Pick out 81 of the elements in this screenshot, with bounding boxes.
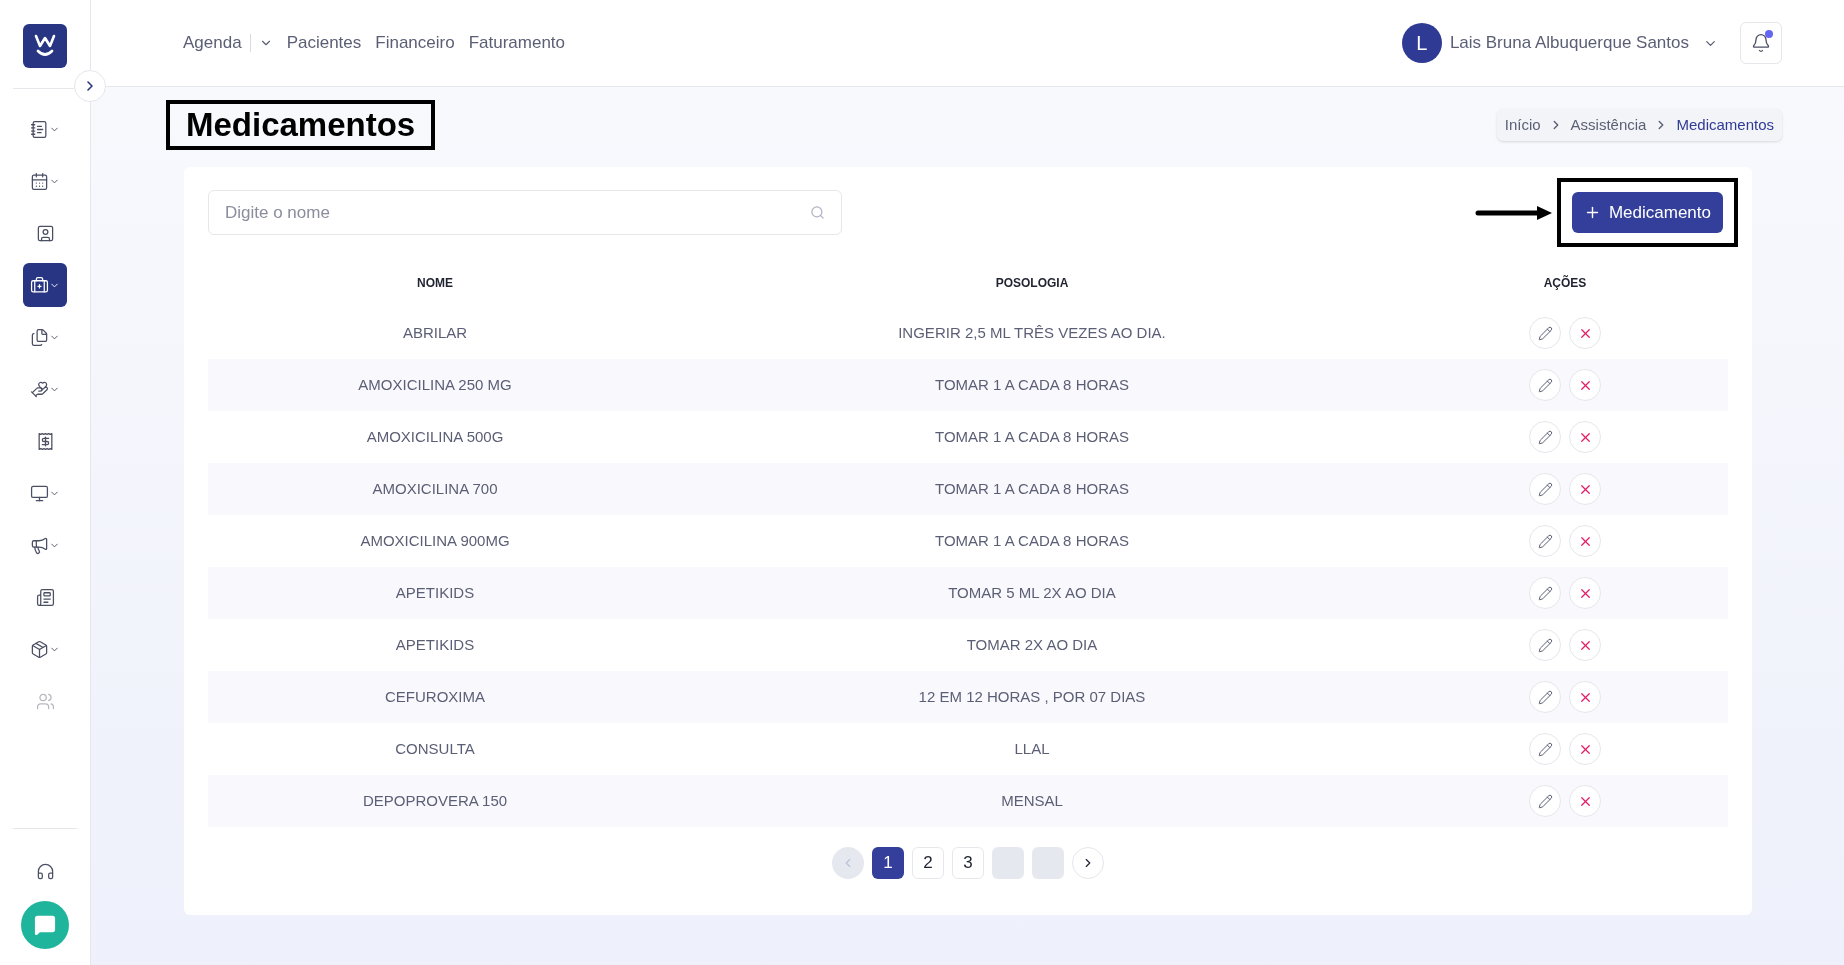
next-page-button[interactable] — [1072, 847, 1104, 879]
edit-button[interactable] — [1529, 473, 1561, 505]
search-icon — [810, 205, 825, 220]
name-cell: DEPOPROVERA 150 — [362, 792, 508, 809]
pencil-icon — [1537, 377, 1553, 393]
dosage-cell: 12 EM 12 HORAS , POR 07 DIAS — [918, 688, 1146, 705]
delete-button[interactable] — [1569, 577, 1601, 609]
user-menu[interactable]: L Lais Bruna Albuquerque Santos — [1401, 23, 1718, 63]
edit-button[interactable] — [1529, 369, 1561, 401]
search-field[interactable]: Digite o nome — [208, 190, 842, 235]
pencil-icon — [1537, 637, 1553, 653]
edit-button[interactable] — [1529, 421, 1561, 453]
name-cell: CEFUROXIMA — [385, 688, 485, 705]
add-medication-button[interactable]: Medicamento — [1571, 192, 1723, 233]
page-button[interactable]: 1 — [872, 847, 904, 879]
delete-button[interactable] — [1569, 317, 1601, 349]
column-header: NOME — [417, 276, 453, 290]
name-cell: AMOXICILINA 700 — [372, 480, 498, 497]
breadcrumb-link[interactable]: Medicamentos — [1676, 113, 1774, 137]
name-cell: APETIKIDS — [395, 636, 475, 653]
dosage-cell: TOMAR 1 A CADA 8 HORAS — [935, 480, 1129, 497]
user-name: Lais Bruna Albuquerque Santos — [1449, 32, 1689, 55]
dosage-cell: MENSAL — [1001, 792, 1063, 809]
breadcrumb-link[interactable]: Assistência — [1570, 113, 1647, 137]
dosage-cell: TOMAR 2X AO DIA — [966, 636, 1098, 653]
edit-button[interactable] — [1529, 681, 1561, 713]
pencil-icon — [1537, 585, 1553, 601]
pencil-icon — [1537, 689, 1553, 705]
notifications-button[interactable] — [1740, 22, 1782, 64]
edit-button[interactable] — [1529, 317, 1561, 349]
edit-button[interactable] — [1529, 785, 1561, 817]
delete-button[interactable] — [1569, 421, 1601, 453]
delete-button[interactable] — [1569, 629, 1601, 661]
page-button[interactable]: 2 — [912, 847, 944, 879]
name-cell: CONSULTA — [395, 740, 475, 757]
breadcrumb-link[interactable]: Início — [1504, 113, 1541, 137]
chat-button[interactable] — [21, 901, 69, 949]
page-button[interactable]: 3 — [952, 847, 984, 879]
headset-icon — [35, 861, 55, 881]
delete-button[interactable] — [1569, 733, 1601, 765]
pencil-icon — [1537, 325, 1553, 341]
dosage-cell: TOMAR 5 ML 2X AO DIA — [948, 584, 1116, 601]
logo-icon[interactable] — [23, 24, 67, 68]
delete-button[interactable] — [1569, 369, 1601, 401]
delete-button[interactable] — [1569, 473, 1601, 505]
bell-icon — [1751, 33, 1771, 53]
delete-button[interactable] — [1569, 525, 1601, 557]
dosage-cell: INGERIR 2,5 ML TRÊS VEZES AO DIA. — [898, 324, 1166, 341]
pencil-icon — [1537, 481, 1553, 497]
edit-button[interactable] — [1529, 525, 1561, 557]
edit-button[interactable] — [1529, 629, 1561, 661]
page-title: Medicamentos — [166, 100, 436, 150]
name-cell: APETIKIDS — [395, 584, 475, 601]
sidebar-item[interactable] — [23, 263, 67, 307]
dosage-cell: LLAL — [1014, 740, 1050, 757]
edit-button[interactable] — [1529, 733, 1561, 765]
user-avatar: L — [1401, 23, 1442, 63]
name-cell: AMOXICILINA 250 MG — [358, 376, 512, 393]
chat-bubble-icon — [34, 914, 56, 936]
nav-link[interactable]: Faturamento — [468, 30, 566, 56]
nav-link[interactable]: Financeiro — [375, 30, 455, 56]
delete-button[interactable] — [1569, 785, 1601, 817]
column-header: POSOLOGIA — [995, 276, 1069, 290]
nav-link[interactable]: Agenda — [183, 30, 242, 56]
expand-sidebar-button[interactable] — [74, 70, 106, 102]
dosage-cell: TOMAR 1 A CADA 8 HORAS — [935, 428, 1129, 445]
pencil-icon — [1537, 793, 1553, 809]
name-cell: ABRILAR — [402, 324, 468, 341]
name-cell: AMOXICILINA 500G — [366, 428, 504, 445]
nav-link[interactable]: Pacientes — [286, 30, 362, 56]
column-header: AÇÕES — [1543, 276, 1587, 290]
delete-button[interactable] — [1569, 681, 1601, 713]
name-cell: AMOXICILINA 900MG — [360, 532, 510, 549]
search-input[interactable]: Digite o nome — [225, 199, 810, 226]
pencil-icon — [1537, 533, 1553, 549]
edit-button[interactable] — [1529, 577, 1561, 609]
pencil-icon — [1537, 429, 1553, 445]
pencil-icon — [1537, 741, 1553, 757]
dosage-cell: TOMAR 1 A CADA 8 HORAS — [935, 532, 1129, 549]
dropdown-caret-icon[interactable] — [249, 34, 273, 52]
dosage-cell: TOMAR 1 A CADA 8 HORAS — [935, 376, 1129, 393]
